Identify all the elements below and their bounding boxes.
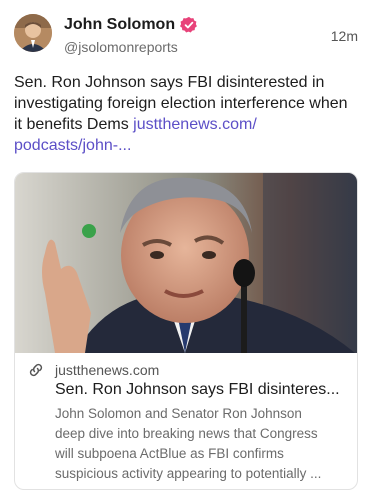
post-text: Sen. Ron Johnson says FBI disinterested … [14,72,354,156]
post-header: John Solomon @jsolomonreports 12m [14,14,358,60]
display-name[interactable]: John Solomon [64,16,175,34]
author-handle[interactable]: @jsolomonreports [64,39,178,55]
link-domain-row: justthenews.com [27,361,159,379]
link-description-line: suspicious activity appearing to potenti… [55,466,322,481]
link-description: John Solomon and Senator Ron Johnson dee… [55,404,351,484]
timestamp: 12m [330,28,358,44]
post[interactable]: John Solomon @jsolomonreports 12m Sen. R… [0,0,372,500]
verified-badge-icon [180,16,198,33]
link-icon [29,363,43,377]
link-description-line: deep dive into breaking news that Congre… [55,426,318,441]
link-domain: justthenews.com [55,362,160,378]
author-name-row: John Solomon [64,16,198,34]
link-preview-image[interactable] [15,173,357,353]
post-link-line2: podcasts/john-... [14,137,132,154]
link-description-line: John Solomon and Senator Ron Johnson [55,406,302,421]
avatar[interactable] [14,14,52,52]
link-title[interactable]: Sen. Ron Johnson says FBI disinteres... [55,381,351,399]
post-link-line1: justthenews.com/ [133,116,257,133]
link-description-line: will subpoena ActBlue as FBI confirms [55,446,284,461]
link-preview-card[interactable]: justthenews.com Sen. Ron Johnson says FB… [14,172,358,490]
